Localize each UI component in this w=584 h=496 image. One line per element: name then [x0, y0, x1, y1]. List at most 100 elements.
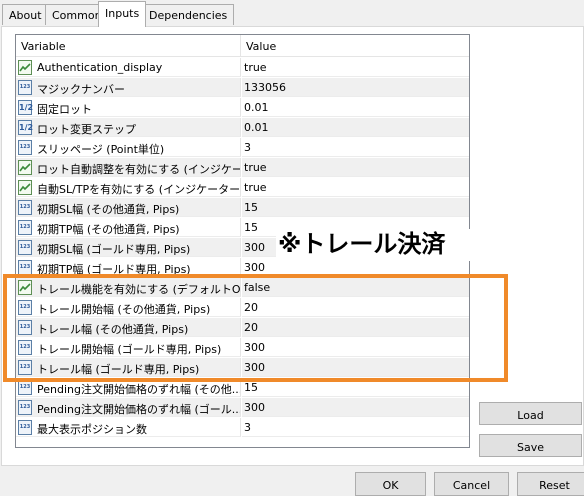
- variable-cell: 123 トレール幅 (ゴールド専用, Pips): [16, 358, 241, 377]
- variable-name: トレール開始幅 (ゴールド専用, Pips): [37, 343, 222, 356]
- input-row[interactable]: 123 初期SL幅 (その他通貨, Pips) 15: [16, 198, 469, 218]
- variable-name: トレール幅 (その他通貨, Pips): [37, 323, 189, 336]
- bool-type-icon: [18, 60, 32, 75]
- variable-cell: 123 トレール開始幅 (その他通貨, Pips): [16, 298, 241, 317]
- variable-name: ロット変更ステップ: [37, 123, 136, 136]
- value-cell[interactable]: 15: [242, 198, 469, 217]
- int-type-icon: 123: [18, 400, 32, 415]
- value-cell[interactable]: 0.01: [242, 118, 469, 137]
- variable-name: Pending注文開始価格のずれ幅 (その他...: [37, 383, 241, 396]
- tab-bar: About Common Inputs Dependencies: [0, 0, 584, 27]
- value-cell[interactable]: 20: [242, 318, 469, 337]
- double-type-icon: 1/2: [18, 100, 33, 115]
- int-type-icon: 123: [18, 360, 32, 375]
- input-row[interactable]: トレール機能を有効にする (デフォルトON) false: [16, 278, 469, 298]
- variable-cell: 123 Pending注文開始価格のずれ幅 (ゴール...: [16, 398, 241, 417]
- variable-cell: 1/2 ロット変更ステップ: [16, 118, 241, 137]
- ok-button[interactable]: OK: [355, 472, 426, 496]
- input-row[interactable]: 123 マジックナンバー 133056: [16, 78, 469, 98]
- double-type-icon: 1/2: [18, 120, 33, 135]
- save-button[interactable]: Save: [479, 434, 582, 457]
- column-header-value[interactable]: Value: [242, 35, 469, 57]
- int-type-icon: 123: [18, 220, 32, 235]
- input-row[interactable]: 123 最大表示ポジション数 3: [16, 418, 469, 438]
- variable-cell: 123 Pending注文開始価格のずれ幅 (その他...: [16, 378, 241, 397]
- input-row[interactable]: 123 トレール開始幅 (ゴールド専用, Pips) 300: [16, 338, 469, 358]
- variable-cell: 123 初期SL幅 (その他通貨, Pips): [16, 198, 241, 217]
- variable-name: トレール開始幅 (その他通貨, Pips): [37, 303, 211, 316]
- variable-cell: 123 初期TP幅 (ゴールド専用, Pips): [16, 258, 241, 277]
- variable-name: 初期TP幅 (ゴールド専用, Pips): [37, 263, 191, 276]
- variable-name: マジックナンバー: [37, 83, 125, 96]
- variable-cell: 123 スリッページ (Point単位): [16, 138, 241, 157]
- value-cell[interactable]: true: [242, 178, 469, 197]
- variable-name: トレール幅 (ゴールド専用, Pips): [37, 363, 200, 376]
- cancel-button[interactable]: Cancel: [434, 472, 509, 496]
- value-cell[interactable]: 300: [242, 398, 469, 417]
- bool-type-icon: [18, 280, 32, 295]
- int-type-icon: 123: [18, 380, 32, 395]
- input-row[interactable]: 123 トレール幅 (ゴールド専用, Pips) 300: [16, 358, 469, 378]
- variable-cell: 123 初期SL幅 (ゴールド専用, Pips): [16, 238, 241, 257]
- variable-name: 初期SL幅 (その他通貨, Pips): [37, 203, 180, 216]
- variable-cell: 自動SL/TPを有効にする (インジケーター...: [16, 178, 241, 197]
- grid-header: Variable Value: [16, 35, 469, 57]
- input-row[interactable]: Authentication_display true: [16, 58, 469, 78]
- variable-cell: 123 トレール開始幅 (ゴールド専用, Pips): [16, 338, 241, 357]
- value-cell[interactable]: 15: [242, 378, 469, 397]
- value-cell[interactable]: 3: [242, 138, 469, 157]
- input-row[interactable]: 123 トレール開始幅 (その他通貨, Pips) 20: [16, 298, 469, 318]
- variable-name: Authentication_display: [37, 61, 163, 74]
- tab-about[interactable]: About: [2, 4, 49, 25]
- int-type-icon: 123: [18, 140, 32, 155]
- variable-name: 固定ロット: [37, 103, 92, 116]
- input-row[interactable]: 123 Pending注文開始価格のずれ幅 (ゴール... 300: [16, 398, 469, 418]
- input-row[interactable]: ロット自動調整を有効にする (インジケー... true: [16, 158, 469, 178]
- int-type-icon: 123: [18, 260, 32, 275]
- value-cell[interactable]: 3: [242, 418, 469, 437]
- input-row[interactable]: 1/2 ロット変更ステップ 0.01: [16, 118, 469, 138]
- int-type-icon: 123: [18, 320, 32, 335]
- tab-label: About: [9, 9, 42, 22]
- input-row[interactable]: 自動SL/TPを有効にする (インジケーター... true: [16, 178, 469, 198]
- value-cell[interactable]: 300: [242, 338, 469, 357]
- tab-dependencies[interactable]: Dependencies: [142, 4, 235, 25]
- value-cell[interactable]: 0.01: [242, 98, 469, 117]
- int-type-icon: 123: [18, 200, 32, 215]
- variable-cell: 123 マジックナンバー: [16, 78, 241, 97]
- reset-button[interactable]: Reset: [517, 472, 584, 496]
- value-cell[interactable]: true: [242, 58, 469, 77]
- variable-name: 初期TP幅 (その他通貨, Pips): [37, 223, 180, 236]
- column-header-variable[interactable]: Variable: [16, 35, 241, 57]
- variable-name: ロット自動調整を有効にする (インジケー...: [37, 163, 241, 176]
- variable-name: Pending注文開始価格のずれ幅 (ゴール...: [37, 403, 241, 416]
- variable-name: トレール機能を有効にする (デフォルトON): [37, 283, 241, 296]
- input-row[interactable]: 1/2 固定ロット 0.01: [16, 98, 469, 118]
- variable-cell: トレール機能を有効にする (デフォルトON): [16, 278, 241, 297]
- tab-inputs[interactable]: Inputs: [98, 1, 147, 27]
- input-row[interactable]: 123 トレール幅 (その他通貨, Pips) 20: [16, 318, 469, 338]
- int-type-icon: 123: [18, 80, 32, 95]
- variable-cell: ロット自動調整を有効にする (インジケー...: [16, 158, 241, 177]
- value-cell[interactable]: 300: [242, 358, 469, 377]
- variable-name: 自動SL/TPを有効にする (インジケーター...: [37, 183, 241, 196]
- value-cell[interactable]: true: [242, 158, 469, 177]
- annotation-label: ※トレール決済: [276, 229, 576, 261]
- value-cell[interactable]: 133056: [242, 78, 469, 97]
- variable-name: 初期SL幅 (ゴールド専用, Pips): [37, 243, 191, 256]
- value-cell[interactable]: 20: [242, 298, 469, 317]
- int-type-icon: 123: [18, 240, 32, 255]
- int-type-icon: 123: [18, 300, 32, 315]
- input-row[interactable]: 123 スリッページ (Point単位) 3: [16, 138, 469, 158]
- int-type-icon: 123: [18, 420, 32, 435]
- tab-label: Inputs: [105, 7, 140, 20]
- load-button[interactable]: Load: [479, 402, 582, 425]
- value-cell[interactable]: false: [242, 278, 469, 297]
- tab-label: Common: [52, 9, 102, 22]
- variable-name: 最大表示ポジション数: [37, 423, 147, 436]
- input-row[interactable]: 123 Pending注文開始価格のずれ幅 (その他... 15: [16, 378, 469, 398]
- input-row[interactable]: 123 初期TP幅 (ゴールド専用, Pips) 300: [16, 258, 469, 278]
- int-type-icon: 123: [18, 340, 32, 355]
- tab-label: Dependencies: [149, 9, 228, 22]
- variable-name: スリッページ (Point単位): [37, 143, 165, 156]
